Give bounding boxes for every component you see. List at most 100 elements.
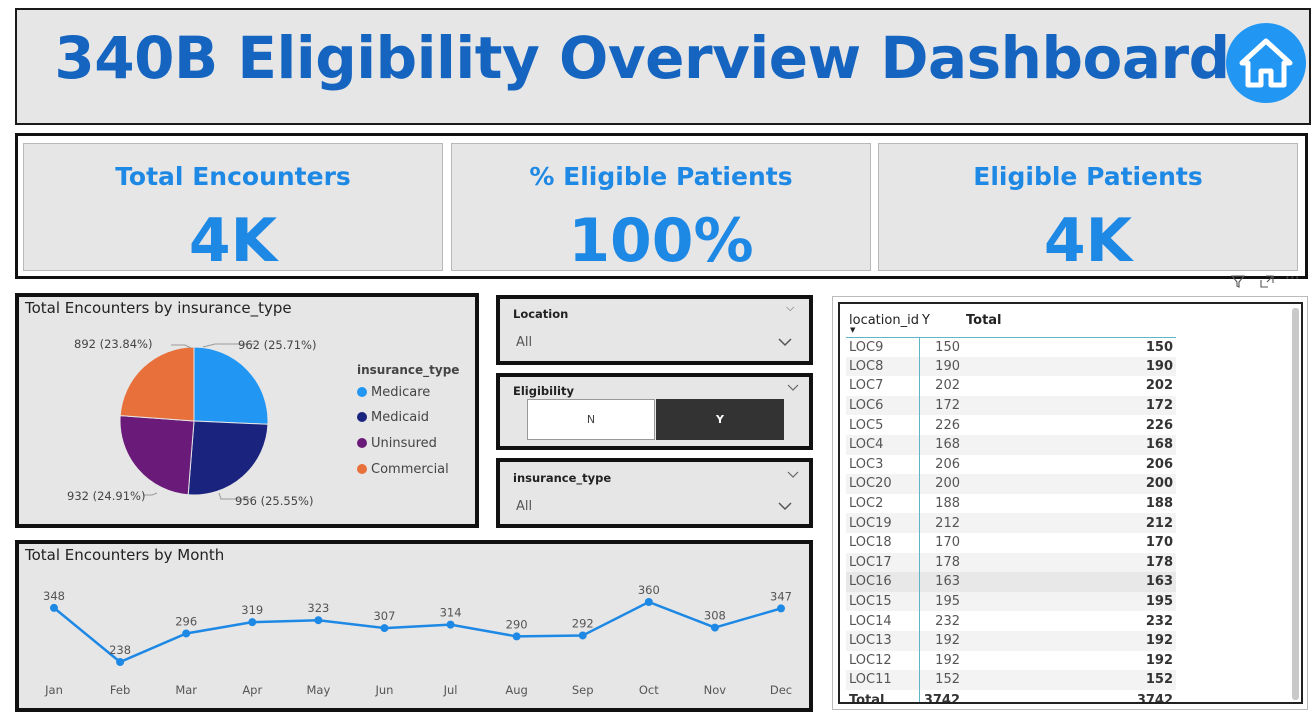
- home-button[interactable]: [1226, 23, 1306, 103]
- cell-location-id: LOC12: [846, 650, 920, 671]
- cell-y: 152: [919, 670, 963, 690]
- cell-location-id: LOC19: [846, 513, 920, 533]
- cell-total: 150: [1145, 339, 1173, 355]
- x-tick-label: Jan: [44, 683, 63, 697]
- table-row[interactable]: LOC15 195 195: [846, 591, 1176, 612]
- x-tick-label: Feb: [110, 683, 130, 697]
- chevron-down-icon[interactable]: ⌵: [786, 301, 794, 315]
- table-visual[interactable]: location_id ▼ Y Total LOC9 150 150 LOC8 190 19…: [832, 296, 1308, 710]
- kpi-card-eligible-patients: Eligible Patients 4K: [878, 143, 1298, 276]
- cell-total: 188: [1145, 496, 1173, 512]
- legend-dot-icon: [357, 464, 367, 474]
- dashboard-header: 340B Eligibility Overview Dashboard: [15, 8, 1311, 125]
- chevron-down-icon[interactable]: [787, 471, 799, 479]
- cell-total: 163: [963, 572, 1176, 592]
- cell-location-id: LOC13: [846, 630, 920, 651]
- table-row[interactable]: LOC16 163 163: [846, 572, 1176, 592]
- pie-label-commercial: 892 (23.84%): [74, 337, 153, 351]
- data-label: 296: [175, 614, 197, 628]
- chevron-down-icon[interactable]: [787, 384, 799, 392]
- cell-total: 172: [963, 395, 1176, 416]
- pie-chart-panel[interactable]: Total Encounters by insurance_type 892 (…: [15, 293, 479, 528]
- cell-location-id: LOC18: [846, 532, 920, 553]
- line-point[interactable]: [446, 620, 455, 629]
- dropdown-value: All: [516, 499, 533, 514]
- legend-item-medicare[interactable]: Medicare: [357, 385, 430, 400]
- eligibility-option-n[interactable]: N: [527, 399, 655, 440]
- table-row[interactable]: LOC11 152 152: [846, 670, 1176, 690]
- eligibility-option-y[interactable]: Y: [656, 399, 784, 440]
- table-scrollbar[interactable]: [1292, 308, 1299, 700]
- line-point[interactable]: [314, 616, 323, 625]
- cell-total: 192: [1145, 652, 1173, 668]
- cell-location-id: LOC17: [846, 552, 920, 573]
- column-header-location-id[interactable]: location_id ▼: [846, 304, 919, 337]
- line-point[interactable]: [644, 598, 653, 606]
- line-point[interactable]: [116, 658, 125, 666]
- line-point[interactable]: [248, 618, 257, 627]
- total-label: Total: [846, 689, 920, 702]
- pie-slice-medicaid[interactable]: [187, 420, 269, 496]
- data-label: 307: [373, 609, 395, 623]
- x-tick-label: Jul: [443, 683, 458, 697]
- table-row[interactable]: LOC14 232 232: [846, 611, 1176, 631]
- table-row[interactable]: LOC2 188 188: [846, 493, 1176, 514]
- legend-item-commercial[interactable]: Commercial: [357, 462, 449, 477]
- table-row[interactable]: LOC7 202 202: [846, 376, 1176, 396]
- line-chart-panel[interactable]: Total Encounters by Month 348 Jan 238 Feb 29…: [15, 540, 813, 712]
- cell-location-id: LOC16: [846, 572, 920, 592]
- kpi-value: 100%: [568, 206, 754, 276]
- line-point[interactable]: [50, 603, 58, 612]
- legend-item-uninsured[interactable]: Uninsured: [357, 436, 437, 451]
- cell-y: 168: [919, 434, 963, 455]
- pie-slice-medicare[interactable]: [193, 346, 269, 425]
- x-tick-label: Apr: [242, 683, 262, 697]
- table-row[interactable]: LOC18 170 170: [846, 532, 1176, 553]
- legend-dot-icon: [357, 438, 367, 448]
- total-y: 3742: [919, 689, 963, 702]
- sort-descending-icon: ▼: [850, 326, 856, 334]
- line-point[interactable]: [777, 604, 785, 613]
- kpi-value: 4K: [188, 206, 278, 276]
- table-row[interactable]: LOC19 212 212: [846, 513, 1176, 533]
- x-tick-label: Dec: [770, 683, 792, 697]
- line-point[interactable]: [512, 632, 521, 641]
- table-row[interactable]: LOC20 200 200: [846, 474, 1176, 494]
- pie-label-uninsured: 932 (24.91%): [67, 489, 146, 503]
- filter-icon[interactable]: [1231, 275, 1245, 288]
- focus-mode-icon[interactable]: [1260, 275, 1274, 288]
- more-options-icon[interactable]: ⋯: [1285, 268, 1301, 286]
- cell-y: 202: [935, 378, 960, 394]
- line-point[interactable]: [710, 623, 719, 632]
- data-label: 360: [638, 583, 660, 597]
- cell-y: 170: [935, 535, 960, 551]
- chevron-down-icon: [778, 338, 792, 347]
- table-row[interactable]: LOC4 168 168: [846, 434, 1176, 455]
- line-point[interactable]: [182, 629, 191, 638]
- cell-total: 232: [1145, 613, 1173, 629]
- legend-item-medicaid[interactable]: Medicaid: [357, 410, 429, 425]
- table-row[interactable]: LOC3 206 206: [846, 454, 1176, 475]
- cell-total: 192: [963, 630, 1176, 651]
- table-row[interactable]: LOC13 192 192: [846, 630, 1176, 651]
- pie-slice-uninsured[interactable]: [119, 415, 195, 496]
- line-point[interactable]: [578, 631, 587, 640]
- location-dropdown[interactable]: All: [508, 329, 798, 357]
- table-row[interactable]: LOC12 192 192: [846, 650, 1176, 671]
- table-row[interactable]: LOC17 178 178: [846, 552, 1176, 573]
- chevron-down-icon: [778, 502, 792, 511]
- legend-dot-icon: [357, 412, 367, 422]
- column-header-total[interactable]: Total: [963, 304, 1176, 337]
- table-row[interactable]: LOC9 150 150: [846, 337, 1176, 357]
- pie-slice-commercial[interactable]: [119, 346, 195, 422]
- table-row[interactable]: LOC6 172 172: [846, 395, 1176, 416]
- table-row[interactable]: LOC5 226 226: [846, 415, 1176, 435]
- table-row[interactable]: LOC8 190 190: [846, 356, 1176, 377]
- cell-location-id: LOC2: [846, 493, 920, 514]
- line-point[interactable]: [380, 624, 389, 633]
- column-header-y[interactable]: Y: [919, 304, 963, 337]
- kpi-label: % Eligible Patients: [529, 162, 793, 191]
- insurance-type-dropdown[interactable]: All: [508, 494, 798, 522]
- data-label: 347: [770, 589, 792, 603]
- cell-location-id: LOC5: [846, 415, 920, 435]
